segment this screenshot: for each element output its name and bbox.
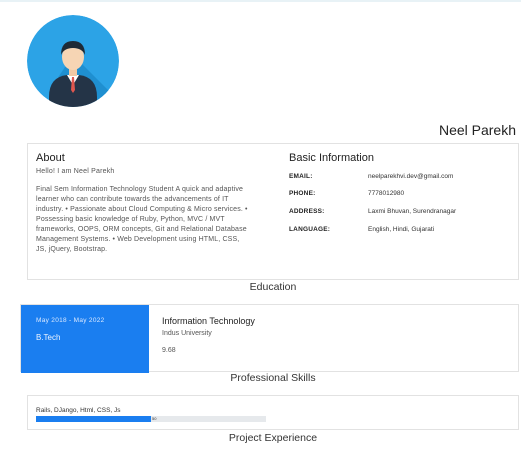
education-date-panel: May 2018 - May 2022 B.Tech (21, 305, 149, 373)
project-experience-heading: Project Experience (228, 432, 318, 444)
education-score: 9.68 (162, 347, 176, 354)
top-border (0, 0, 521, 2)
info-label: LANGUAGE: (289, 226, 331, 233)
education-heading: Education (249, 281, 297, 293)
language-value: English, Hindi, Gujarati (368, 226, 435, 233)
info-row-phone: PHONE: 7778012980 (289, 190, 509, 202)
education-card: May 2018 - May 2022 B.Tech Information T… (20, 304, 519, 373)
basic-info-title: Basic Information (289, 152, 374, 164)
profile-name: Neel Parekh (438, 122, 516, 138)
info-label: ADDRESS: (289, 208, 325, 215)
info-label: EMAIL: (289, 173, 313, 180)
phone-value: 7778012980 (368, 190, 405, 197)
skill-progress-fill (36, 416, 151, 422)
about-greeting: Hello! I am Neel Parekh (36, 168, 115, 175)
info-label: PHONE: (289, 190, 316, 197)
address-value: Laxmi Bhuvan, Surendranagar (368, 208, 457, 215)
info-row-email: EMAIL: neelparekhvi.dev@gmail.com (289, 173, 509, 185)
education-university: Indus University (162, 330, 212, 337)
education-degree: B.Tech (36, 333, 61, 342)
user-avatar-icon (27, 15, 119, 107)
education-course: Information Technology (162, 316, 255, 326)
skill-label: Rails, DJango, Html, CSS, Js (36, 407, 121, 414)
about-title: About (36, 152, 65, 164)
skills-card: Rails, DJango, Html, CSS, Js 50 (27, 395, 519, 430)
skill-progress-value: 50 (152, 416, 157, 421)
about-description: Final Sem Information Technology Student… (36, 186, 248, 253)
email-value: neelparekhvi.dev@gmail.com (368, 173, 454, 180)
education-dates: May 2018 - May 2022 (36, 317, 105, 324)
info-row-language: LANGUAGE: English, Hindi, Gujarati (289, 226, 509, 238)
info-row-address: ADDRESS: Laxmi Bhuvan, Surendranagar (289, 208, 509, 220)
about-card: About Hello! I am Neel Parekh Final Sem … (27, 143, 519, 280)
skill-progress-track: 50 (36, 416, 266, 422)
skills-heading: Professional Skills (230, 372, 316, 384)
